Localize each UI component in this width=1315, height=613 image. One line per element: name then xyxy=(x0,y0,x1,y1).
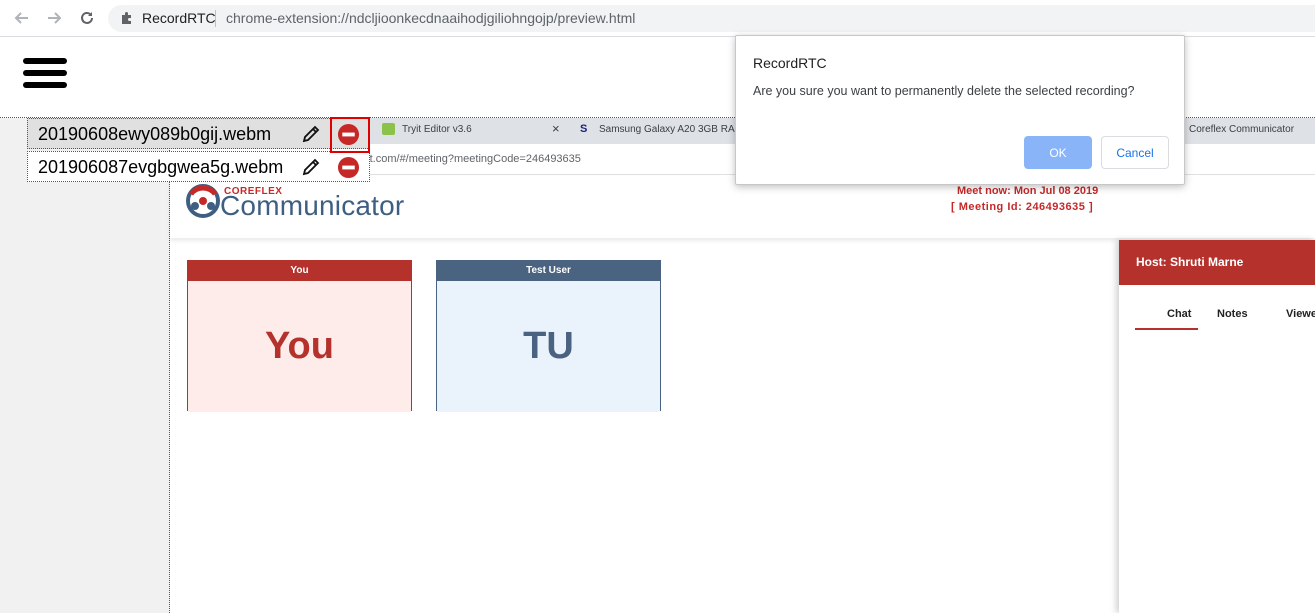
w3-icon xyxy=(382,123,395,135)
meet-now-text: Meet now: Mon Jul 08 2019 xyxy=(957,185,1099,197)
reload-icon[interactable] xyxy=(75,6,99,30)
pencil-icon[interactable] xyxy=(300,156,322,178)
delete-highlight-box xyxy=(330,117,370,153)
recording-name[interactable]: 20190608ewy089b0gij.webm xyxy=(38,124,271,145)
video-tab-close-icon: × xyxy=(552,121,560,136)
video-tab-tryit: Tryit Editor v3.6 xyxy=(402,124,472,135)
tile-header: Test User xyxy=(437,261,660,281)
participant-tile-test-user: Test User TU xyxy=(436,260,661,412)
address-site-name: RecordRTC xyxy=(142,10,216,26)
address-url: chrome-extension://ndcljioonkecdnaaihodj… xyxy=(226,10,636,26)
host-tab-viewers: Viewe xyxy=(1286,308,1315,320)
active-tab-underline xyxy=(1135,328,1198,330)
ok-button[interactable]: OK xyxy=(1024,136,1092,169)
participant-tile-you: You You xyxy=(187,260,412,412)
back-arrow-icon[interactable] xyxy=(10,6,34,30)
recording-item[interactable]: 201906087evgbgwea5g.webm xyxy=(27,151,370,182)
video-url: est.com/#/meeting?meetingCode=246493635 xyxy=(358,153,581,165)
recording-item[interactable]: 20190608ewy089b0gij.webm xyxy=(27,118,370,149)
menu-icon[interactable] xyxy=(23,58,68,92)
video-tab-coreflex: Coreflex Communicator xyxy=(1189,124,1295,135)
dialog-title: RecordRTC xyxy=(753,55,827,71)
recording-list: 20190608ewy089b0gij.webm 201906087evgbgw… xyxy=(27,118,370,183)
cancel-button[interactable]: Cancel xyxy=(1101,136,1169,169)
left-panel xyxy=(0,118,170,613)
browser-toolbar: RecordRTC chrome-extension://ndcljioonke… xyxy=(0,0,1315,37)
host-tab-chat: Chat xyxy=(1167,308,1192,320)
meeting-id-text: [ Meeting Id: 246493635 ] xyxy=(951,201,1094,213)
confirm-dialog: RecordRTC Are you sure you want to perma… xyxy=(735,35,1185,185)
host-title: Host: Shruti Marne xyxy=(1119,240,1315,285)
brand-name: Communicator xyxy=(220,190,405,221)
coreflex-logo-icon xyxy=(186,184,220,218)
tile-avatar-label: You xyxy=(188,281,411,412)
tile-avatar-label: TU xyxy=(437,281,660,412)
forward-arrow-icon[interactable] xyxy=(42,6,66,30)
delete-icon[interactable] xyxy=(337,156,360,179)
address-divider xyxy=(215,10,216,27)
video-tab-samsung: Samsung Galaxy A20 3GB RAM xyxy=(599,124,743,135)
s-icon: S xyxy=(580,123,588,135)
host-tab-notes: Notes xyxy=(1217,308,1248,320)
recording-name[interactable]: 201906087evgbgwea5g.webm xyxy=(38,157,283,178)
dialog-message: Are you sure you want to permanently del… xyxy=(753,84,1135,98)
app-header: COREFLEX Communicator Meet now: Mon Jul … xyxy=(170,176,1315,238)
host-panel: Host: Shruti Marne Chat Notes Viewe xyxy=(1119,240,1315,613)
address-bar[interactable]: RecordRTC chrome-extension://ndcljioonke… xyxy=(108,5,1315,32)
pencil-icon[interactable] xyxy=(300,123,322,145)
extension-puzzle-icon xyxy=(120,11,134,30)
tile-header: You xyxy=(188,261,411,281)
